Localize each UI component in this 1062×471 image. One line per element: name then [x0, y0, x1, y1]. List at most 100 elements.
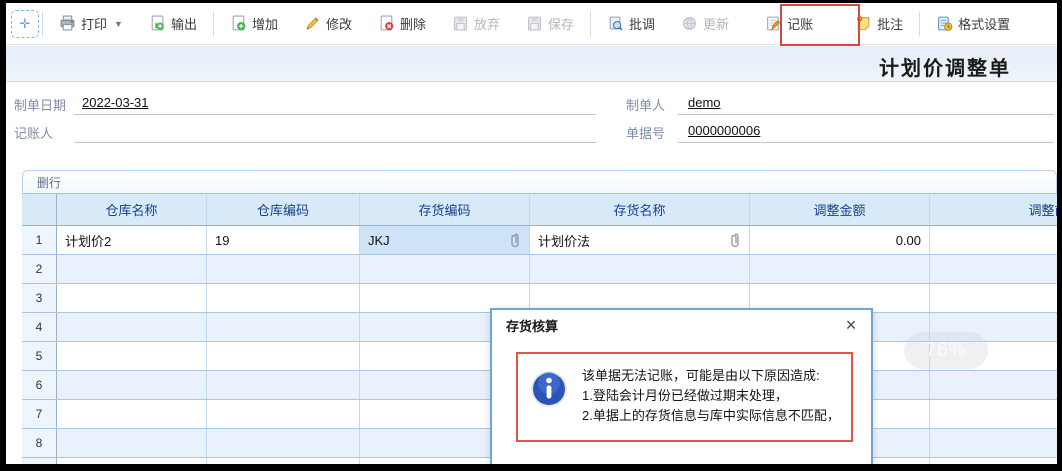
print-button[interactable]: 打印 ▼: [46, 9, 136, 39]
message-line: 2.单据上的存货信息与库中实际信息不匹配，: [582, 408, 840, 423]
edit-pencil-icon: [304, 15, 321, 32]
grid-row-1: 1 计划价2 19 JKJ 计划价法 0.00: [22, 226, 1057, 255]
make-date-label: 制单日期: [14, 98, 67, 113]
modify-label: 修改: [325, 17, 352, 32]
col-header-warehouse-code: 仓库编码: [207, 194, 360, 225]
cell-warehouse-code[interactable]: [207, 284, 360, 312]
post-account-icon: [765, 15, 782, 32]
cell-adjust-amount[interactable]: 0.00: [750, 226, 930, 254]
inventory-accounting-dialog: 存货核算 × 该单据无法记账，可能是由以下原因造成: 1.登陆会计月份已经做过期…: [490, 308, 873, 464]
cell-warehouse-code[interactable]: [207, 429, 360, 457]
doc-no-label: 单据号: [626, 126, 666, 141]
col-header-adjust-amount: 调整金额: [750, 194, 930, 225]
col-header-before-amount: 调整前金: [930, 194, 1057, 225]
cell-warehouse-name[interactable]: [57, 371, 207, 399]
format-settings-button[interactable]: 格式设置: [923, 9, 1023, 39]
grid-toolbar: 删行: [22, 170, 1057, 193]
cell-before-amount[interactable]: [930, 226, 1057, 254]
format-settings-icon: [936, 15, 953, 32]
add-button[interactable]: 增加: [217, 9, 291, 39]
cell-warehouse-code[interactable]: [207, 371, 360, 399]
row-number: 7: [22, 400, 57, 428]
cell-warehouse-name[interactable]: [57, 284, 207, 312]
modify-button[interactable]: 修改: [291, 9, 365, 39]
cell-inventory-name[interactable]: 计划价法: [530, 226, 750, 254]
delete-button[interactable]: 删除: [365, 9, 439, 39]
update-label: 更新: [703, 17, 730, 32]
col-header-inventory-code: 存货编码: [360, 194, 530, 225]
cell-before-amount[interactable]: [930, 371, 1057, 399]
maker-value[interactable]: demo: [688, 95, 721, 110]
toolbar-separator: [42, 10, 43, 37]
dialog-titlebar: 存货核算 ×: [492, 310, 871, 340]
cell-warehouse-name[interactable]: [57, 342, 207, 370]
maker-field: 制单人 demo: [626, 93, 1054, 115]
dialog-close-icon[interactable]: ×: [841, 316, 861, 334]
format-settings-label: 格式设置: [958, 17, 1011, 32]
grid-row-2: 2: [22, 255, 1057, 284]
row-number: 1: [22, 226, 57, 254]
toolbar-separator: [590, 10, 592, 37]
message-line: 1.登陆会计月份已经做过期末处理，: [582, 388, 788, 403]
cell-before-amount[interactable]: [930, 429, 1057, 457]
reference-lookup-icon[interactable]: [729, 232, 741, 248]
delete-row-button[interactable]: 删行: [23, 174, 61, 191]
annotate-button[interactable]: 批注: [842, 9, 916, 39]
cell-inventory-name[interactable]: [530, 255, 750, 283]
add-icon: [230, 15, 247, 32]
add-label: 增加: [251, 17, 278, 32]
cell-before-amount[interactable]: [930, 255, 1057, 283]
cell-warehouse-code[interactable]: [207, 255, 360, 283]
col-header-warehouse-name: 仓库名称: [57, 194, 207, 225]
print-label: 打印: [81, 17, 108, 32]
cell-before-amount[interactable]: [930, 284, 1057, 312]
page-title: 计划价调整单: [879, 58, 1011, 80]
dialog-message-box: 该单据无法记账，可能是由以下原因造成: 1.登陆会计月份已经做过期末处理， 2.…: [516, 352, 853, 442]
row-number-header: [22, 194, 57, 225]
delete-label: 删除: [399, 17, 426, 32]
post-account-label: 记账: [787, 17, 814, 32]
doc-no-value[interactable]: 0000000006: [688, 123, 760, 138]
doc-no-field: 单据号 0000000006: [626, 121, 1054, 143]
field-underline: [74, 142, 596, 143]
print-dropdown-caret[interactable]: ▼: [114, 19, 123, 29]
reference-lookup-icon[interactable]: [509, 232, 521, 248]
make-date-value[interactable]: 2022-03-31: [82, 95, 149, 110]
row-number: 5: [22, 342, 57, 370]
document-header-band: 计划价调整单: [6, 46, 1057, 82]
cell-before-amount[interactable]: [930, 400, 1057, 428]
document-form: 制单日期 2022-03-31 制单人 demo 记账人 单据号 0000000…: [6, 82, 1057, 170]
cell-before-amount[interactable]: [930, 458, 1057, 464]
main-toolbar: ✛ 打印 ▼ 输出 增加 修改 删除 放弃 保存 批调 更新 记账 批注 格式设…: [6, 3, 1057, 45]
cell-warehouse-code[interactable]: [207, 458, 360, 464]
annotate-label: 批注: [877, 17, 904, 32]
cell-warehouse-code[interactable]: [207, 342, 360, 370]
cell-warehouse-name[interactable]: [57, 429, 207, 457]
row-number: 8: [22, 429, 57, 457]
cell-warehouse-name[interactable]: [57, 313, 207, 341]
discard-button: 放弃: [439, 9, 513, 39]
export-button[interactable]: 输出: [136, 9, 210, 39]
cell-warehouse-name[interactable]: [57, 255, 207, 283]
cell-warehouse-code[interactable]: [207, 313, 360, 341]
info-icon: [530, 370, 568, 408]
row-number: 9: [22, 458, 57, 464]
batch-adjust-button[interactable]: 批调: [594, 9, 668, 39]
cell-warehouse-code[interactable]: [207, 400, 360, 428]
grid-header-row: 仓库名称 仓库编码 存货编码 存货名称 调整金额 调整前金: [22, 194, 1057, 226]
cell-warehouse-name[interactable]: [57, 458, 207, 464]
toolbar-separator: [212, 10, 214, 37]
cell-warehouse-name[interactable]: [57, 400, 207, 428]
cell-inventory-code[interactable]: JKJ: [360, 226, 530, 254]
printer-icon: [59, 15, 76, 32]
make-date-field: 制单日期 2022-03-31: [14, 93, 596, 115]
cell-warehouse-name[interactable]: 计划价2: [57, 226, 207, 254]
save-icon: [526, 15, 543, 32]
col-header-inventory-name: 存货名称: [530, 194, 750, 225]
cell-adjust-amount[interactable]: [750, 255, 930, 283]
cell-warehouse-code[interactable]: 19: [207, 226, 360, 254]
field-underline: [678, 142, 1054, 143]
post-account-button[interactable]: 记账: [752, 9, 826, 39]
pin-toolbar-icon[interactable]: ✛: [11, 9, 39, 38]
cell-inventory-code[interactable]: [360, 255, 530, 283]
